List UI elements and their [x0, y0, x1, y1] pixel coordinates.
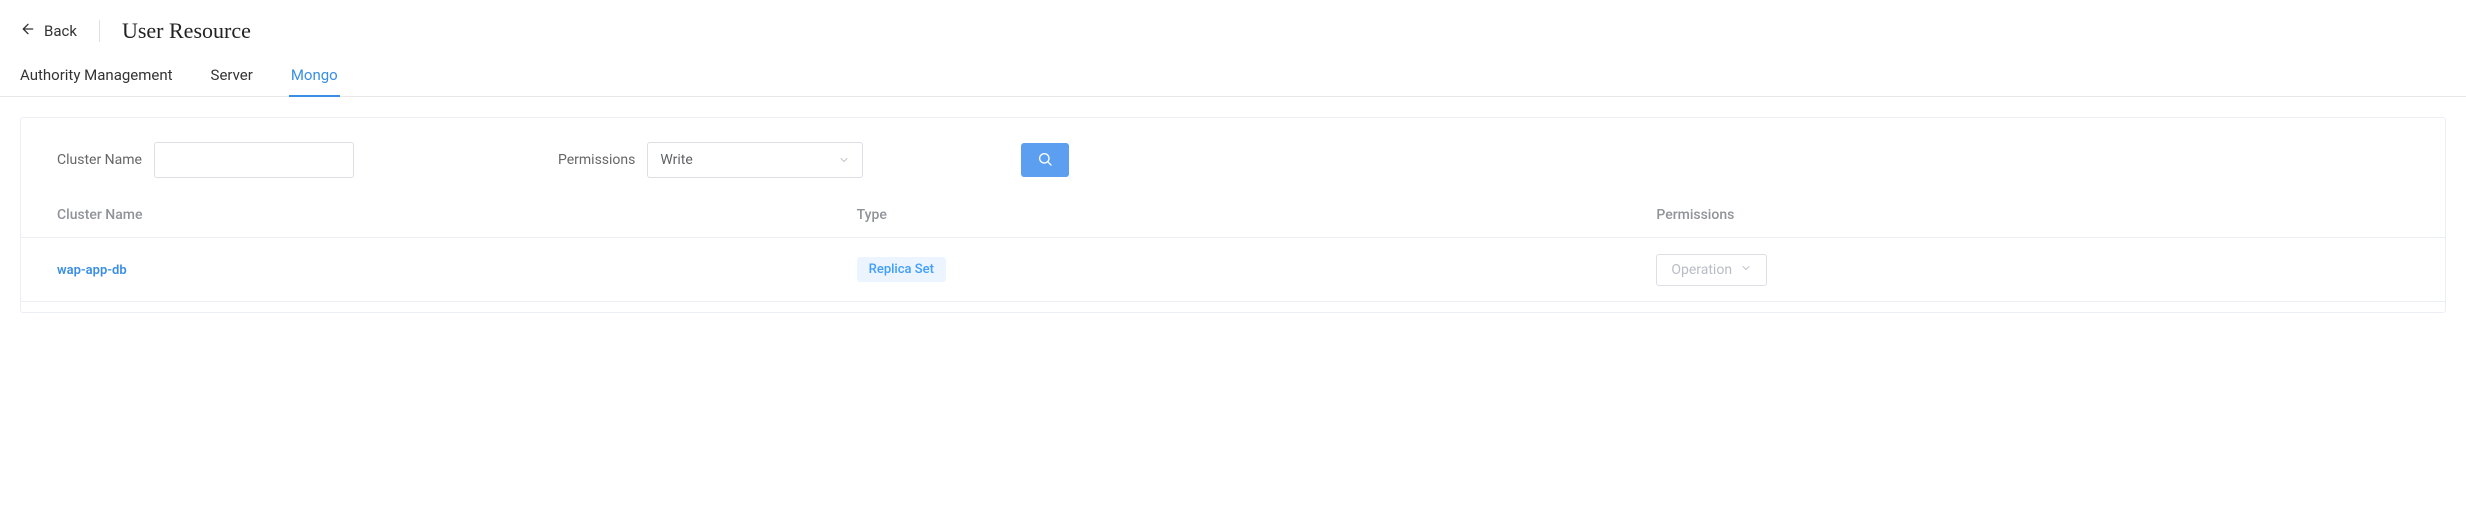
back-label: Back [44, 22, 77, 40]
filter-cluster-name: Cluster Name [57, 142, 354, 178]
filter-permissions: Permissions Write [558, 142, 863, 178]
permissions-select-value: Write [660, 152, 692, 168]
col-header-type: Type [857, 207, 1657, 223]
cluster-name-label: Cluster Name [57, 152, 142, 168]
cluster-name-input[interactable] [154, 142, 354, 178]
filter-bar: Cluster Name Permissions Write [21, 118, 2445, 192]
header-divider [99, 20, 100, 42]
tab-authority-management[interactable]: Authority Management [20, 56, 173, 96]
table-row: wap-app-db Replica Set Operation [21, 238, 2445, 302]
content-panel: Cluster Name Permissions Write Cluster N… [20, 117, 2446, 313]
operation-dropdown[interactable]: Operation [1656, 254, 1767, 286]
results-table: Cluster Name Type Permissions wap-app-db… [21, 192, 2445, 302]
arrow-left-icon [20, 21, 44, 41]
tab-mongo[interactable]: Mongo [291, 56, 338, 96]
permissions-select[interactable]: Write [647, 142, 863, 178]
col-header-permissions: Permissions [1656, 207, 2409, 223]
table-header: Cluster Name Type Permissions [21, 192, 2445, 238]
search-button[interactable] [1021, 143, 1069, 177]
cluster-name-link[interactable]: wap-app-db [57, 263, 127, 278]
col-header-cluster-name: Cluster Name [57, 207, 857, 223]
permissions-label: Permissions [558, 152, 635, 168]
operation-label: Operation [1671, 262, 1732, 278]
tabs: Authority Management Server Mongo [0, 56, 2466, 97]
page-header: Back User Resource [0, 0, 2466, 56]
back-button[interactable]: Back [20, 21, 77, 41]
chevron-down-icon [1740, 262, 1752, 278]
search-icon [1037, 151, 1053, 170]
tab-server[interactable]: Server [211, 56, 253, 96]
chevron-down-icon [838, 154, 850, 166]
type-tag: Replica Set [857, 257, 946, 282]
page-title: User Resource [122, 18, 251, 44]
